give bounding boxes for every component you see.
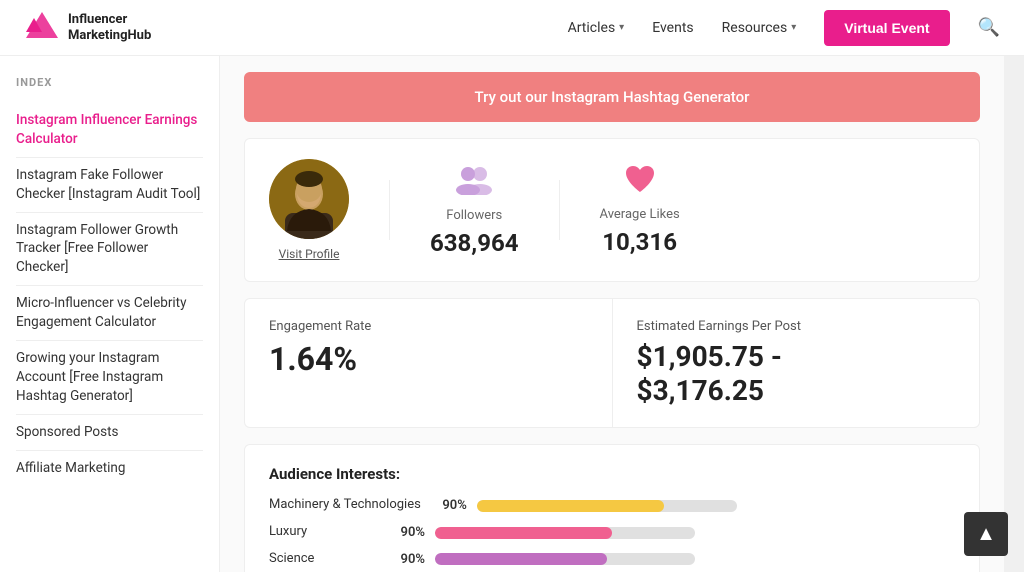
stat-divider-1 bbox=[389, 180, 390, 240]
likes-label: Average Likes bbox=[600, 207, 680, 222]
hashtag-banner[interactable]: Try out our Instagram Hashtag Generator bbox=[244, 72, 980, 122]
resources-chevron-icon: ▾ bbox=[791, 22, 796, 33]
followers-label: Followers bbox=[446, 208, 502, 223]
search-button[interactable]: 🔍 bbox=[978, 17, 1000, 38]
profile-avatar-area: Visit Profile bbox=[269, 159, 349, 261]
profile-card: Visit Profile Followers 638,964 bbox=[244, 138, 980, 282]
interest-bar-bg-science bbox=[435, 553, 695, 565]
metrics-row: Engagement Rate 1.64% Estimated Earnings… bbox=[244, 298, 980, 428]
visit-profile-link[interactable]: Visit Profile bbox=[279, 247, 340, 261]
audience-interests-card: Audience Interests: Machinery & Technolo… bbox=[244, 444, 980, 572]
interest-bar-machinery bbox=[477, 500, 664, 512]
virtual-event-button[interactable]: Virtual Event bbox=[824, 10, 949, 46]
audience-title: Audience Interests: bbox=[269, 465, 955, 483]
nav-events[interactable]: Events bbox=[652, 20, 693, 36]
interest-name-science: Science bbox=[269, 551, 379, 568]
earnings-label: Estimated Earnings Per Post bbox=[637, 319, 956, 334]
right-panel bbox=[1004, 56, 1024, 572]
logo[interactable]: Influencer MarketingHub bbox=[24, 10, 151, 46]
avatar-image bbox=[269, 159, 349, 239]
followers-value: 638,964 bbox=[430, 229, 519, 257]
main-nav: Articles ▾ Events Resources ▾ Virtual Ev… bbox=[568, 10, 1000, 46]
scroll-top-icon: ▲ bbox=[976, 523, 996, 546]
articles-chevron-icon: ▾ bbox=[619, 22, 624, 33]
avatar bbox=[269, 159, 349, 239]
likes-stat: Average Likes 10,316 bbox=[600, 164, 680, 256]
main-content: Try out our Instagram Hashtag Generator bbox=[220, 56, 1004, 572]
interest-row-science: Science 90% bbox=[269, 551, 955, 568]
earnings-box: Estimated Earnings Per Post $1,905.75 - … bbox=[612, 299, 980, 427]
sidebar-item-follower-tracker[interactable]: Instagram Follower Growth Tracker [Free … bbox=[16, 213, 203, 287]
sidebar-item-sponsored-posts[interactable]: Sponsored Posts bbox=[16, 415, 203, 451]
stat-divider-2 bbox=[559, 180, 560, 240]
sidebar-index-label: INDEX bbox=[16, 76, 203, 89]
engagement-value: 1.64% bbox=[269, 340, 588, 378]
interest-pct-science: 90% bbox=[389, 552, 425, 567]
sidebar: INDEX Instagram Influencer Earnings Calc… bbox=[0, 56, 220, 572]
search-icon: 🔍 bbox=[978, 17, 1000, 37]
sidebar-item-earnings-calculator[interactable]: Instagram Influencer Earnings Calculator bbox=[16, 103, 203, 158]
banner-text: Try out our Instagram Hashtag Generator bbox=[475, 88, 750, 106]
interest-bar-luxury bbox=[435, 527, 612, 539]
interest-pct-luxury: 90% bbox=[389, 525, 425, 540]
scroll-top-button[interactable]: ▲ bbox=[964, 512, 1008, 556]
nav-resources[interactable]: Resources ▾ bbox=[722, 20, 797, 36]
interest-bar-bg-luxury bbox=[435, 527, 695, 539]
interest-name-machinery: Machinery & Technologies bbox=[269, 497, 421, 514]
nav-articles[interactable]: Articles ▾ bbox=[568, 20, 625, 36]
followers-icon bbox=[454, 163, 494, 202]
interest-row-machinery: Machinery & Technologies 90% bbox=[269, 497, 955, 514]
engagement-label: Engagement Rate bbox=[269, 319, 588, 334]
interest-bar-bg-machinery bbox=[477, 500, 737, 512]
engagement-rate-box: Engagement Rate 1.64% bbox=[245, 299, 612, 427]
sidebar-item-affiliate-marketing[interactable]: Affiliate Marketing bbox=[16, 451, 203, 486]
interest-row-luxury: Luxury 90% bbox=[269, 524, 955, 541]
sidebar-item-engagement-calc[interactable]: Micro-Influencer vs Celebrity Engagement… bbox=[16, 286, 203, 341]
header: Influencer MarketingHub Articles ▾ Event… bbox=[0, 0, 1024, 56]
page-layout: INDEX Instagram Influencer Earnings Calc… bbox=[0, 56, 1024, 572]
interest-pct-machinery: 90% bbox=[431, 498, 467, 513]
sidebar-item-hashtag-gen[interactable]: Growing your Instagram Account [Free Ins… bbox=[16, 341, 203, 415]
earnings-value: $1,905.75 - $3,176.25 bbox=[637, 340, 956, 407]
likes-value: 10,316 bbox=[602, 228, 677, 256]
followers-stat: Followers 638,964 bbox=[430, 163, 519, 257]
logo-text: Influencer MarketingHub bbox=[68, 12, 151, 43]
logo-icon bbox=[24, 10, 60, 46]
interest-bar-science bbox=[435, 553, 607, 565]
likes-icon bbox=[624, 164, 656, 201]
sidebar-item-fake-follower[interactable]: Instagram Fake Follower Checker [Instagr… bbox=[16, 158, 203, 213]
interest-name-luxury: Luxury bbox=[269, 524, 379, 541]
